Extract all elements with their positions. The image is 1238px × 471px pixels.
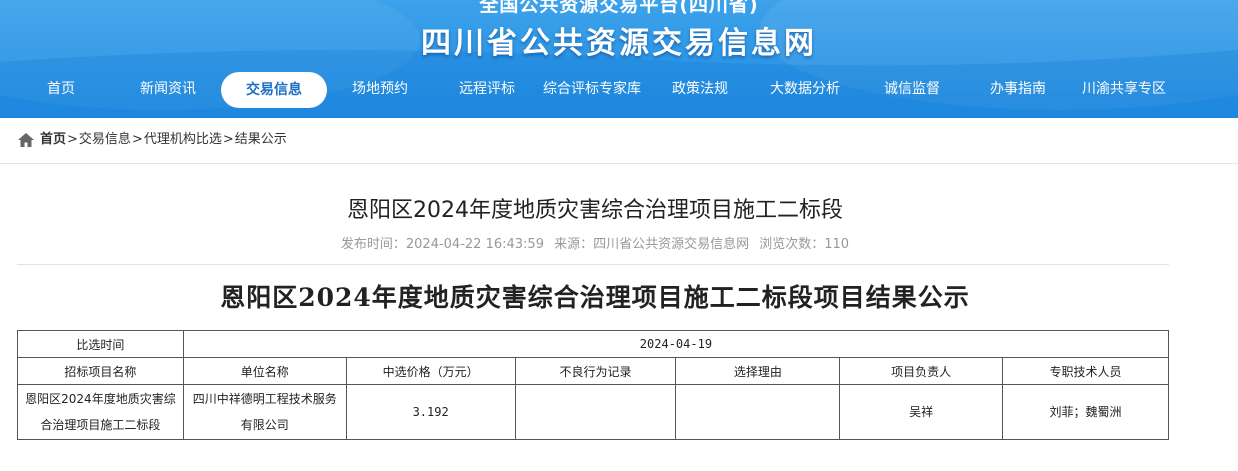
nav-item-expert-pool[interactable]: 综合评标专家库 <box>538 70 646 108</box>
cell-selection-reason <box>675 384 841 440</box>
nav-item-policies[interactable]: 政策法规 <box>660 70 740 108</box>
site-title: 四川省公共资源交易信息网 <box>421 26 817 61</box>
nav-item-guide[interactable]: 办事指南 <box>978 70 1058 108</box>
breadcrumb-home[interactable]: 首页 <box>40 130 66 150</box>
cell-technical-staff: 刘菲；魏蜀洲 <box>1002 384 1169 440</box>
cell-winning-price: 3.192 <box>345 384 516 440</box>
table-row: 恩阳区2024年度地质灾害综合治理项目施工二标段 四川中祥德明工程技术服务有限公… <box>17 384 1169 440</box>
publish-time: 发布时间：2024-04-22 16:43:59 <box>340 237 544 252</box>
divider <box>17 264 1169 265</box>
header-misconduct-record: 不良行为记录 <box>514 357 677 385</box>
cell-project-name: 恩阳区2024年度地质灾害综合治理项目施工二标段 <box>17 384 184 440</box>
nav-item-trading-info[interactable]: 交易信息 <box>221 72 327 108</box>
divider <box>0 163 1238 164</box>
selection-time-label: 比选时间 <box>17 330 184 358</box>
article-meta: 发布时间：2024-04-22 16:43:59 来源：四川省公共资源交易信息网… <box>0 233 1190 252</box>
main-nav: 首页 新闻资讯 交易信息 场地预约 远程评标 综合评标专家库 政策法规 大数据分… <box>0 70 1238 108</box>
breadcrumb-agency-selection[interactable]: 代理机构比选 <box>144 130 222 150</box>
table-header-row: 招标项目名称 单位名称 中选价格（万元） 不良行为记录 选择理由 项目负责人 专… <box>17 357 1169 385</box>
cell-project-leader: 吴祥 <box>839 384 1004 440</box>
cell-misconduct-record <box>514 384 677 440</box>
nav-item-credit-supervision[interactable]: 诚信监督 <box>872 70 952 108</box>
nav-item-big-data[interactable]: 大数据分析 <box>760 70 850 108</box>
header-winning-price: 中选价格（万元） <box>345 357 516 385</box>
platform-subtitle: 全国公共资源交易平台(四川省) <box>479 0 759 16</box>
home-icon <box>18 133 34 147</box>
article-title: 恩阳区2024年度地质灾害综合治理项目施工二标段 <box>347 198 843 223</box>
selection-time-value: 2024-04-19 <box>182 330 1170 358</box>
header-project-name: 招标项目名称 <box>17 357 184 385</box>
nav-item-home[interactable]: 首页 <box>25 70 97 108</box>
breadcrumb-separator: > <box>131 132 143 147</box>
breadcrumb-separator: > <box>222 132 234 147</box>
nav-item-chuanyu-zone[interactable]: 川渝共享专区 <box>1074 70 1174 108</box>
view-count: 浏览次数：110 <box>759 237 850 252</box>
cell-company-name: 四川中祥德明工程技术服务有限公司 <box>182 384 347 440</box>
notice-title: 恩阳区2024年度地质灾害综合治理项目施工二标段项目结果公示 <box>220 283 970 312</box>
header-selection-reason: 选择理由 <box>675 357 841 385</box>
table-row: 比选时间 2024-04-19 <box>17 330 1170 358</box>
header-company-name: 单位名称 <box>182 357 347 385</box>
nav-item-venue-booking[interactable]: 场地预约 <box>340 70 420 108</box>
header-technical-staff: 专职技术人员 <box>1002 357 1169 385</box>
nav-item-news[interactable]: 新闻资讯 <box>127 70 209 108</box>
article-source: 来源：四川省公共资源交易信息网 <box>554 237 750 252</box>
nav-item-remote-bidding[interactable]: 远程评标 <box>447 70 527 108</box>
breadcrumb-separator: > <box>67 132 78 147</box>
site-header: 全国公共资源交易平台(四川省) 四川省公共资源交易信息网 首页 新闻资讯 交易信… <box>0 0 1238 118</box>
result-table: 比选时间 2024-04-19 招标项目名称 单位名称 中选价格（万元） 不良行… <box>17 330 1170 440</box>
breadcrumb: 首页 > 交易信息 > 代理机构比选 > 结果公示 <box>17 130 287 150</box>
header-project-leader: 项目负责人 <box>839 357 1004 385</box>
breadcrumb-trading-info[interactable]: 交易信息 <box>79 130 131 150</box>
breadcrumb-result-notice[interactable]: 结果公示 <box>235 130 287 150</box>
